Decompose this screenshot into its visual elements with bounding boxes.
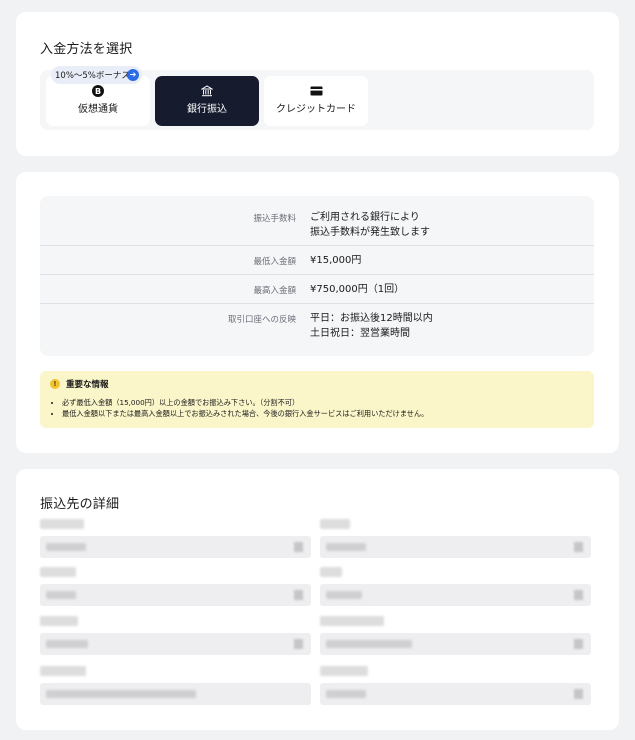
- info-row-min-deposit: 最低入金額 ¥15,000円: [40, 246, 594, 275]
- info-row-reflection-time: 取引口座への反映 平日：お振込後12時間以内 土日祝日：翌営業時間: [40, 304, 594, 356]
- redacted-value: [326, 640, 412, 648]
- redacted-value: [326, 543, 366, 551]
- svg-text:B: B: [95, 87, 101, 96]
- section-title: 入金方法を選択: [40, 42, 133, 57]
- bonus-badge[interactable]: 10%〜5%ボーナス ➔: [51, 66, 142, 84]
- detail-field: [320, 616, 591, 658]
- redacted-value-box: [320, 633, 591, 655]
- deposit-method-card: 入金方法を選択 B 仮想通貨 銀行振込 クレジットカード 10%〜5%ボーナス …: [16, 12, 619, 156]
- info-value-line: ご利用される銀行により: [310, 212, 420, 223]
- info-key: 振込手数料: [253, 214, 296, 224]
- redacted-value-box: [40, 584, 311, 606]
- method-label: 仮想通貨: [78, 104, 118, 115]
- method-credit-card-button[interactable]: クレジットカード: [264, 76, 368, 126]
- info-value: ご利用される銀行により 振込手数料が発生致します: [310, 210, 430, 245]
- redacted-label: [320, 666, 368, 676]
- method-label: クレジットカード: [276, 104, 356, 115]
- warning-icon: !: [50, 379, 60, 389]
- redacted-label: [320, 519, 350, 529]
- copy-icon[interactable]: [574, 542, 583, 552]
- redacted-label: [320, 616, 384, 626]
- copy-icon[interactable]: [574, 639, 583, 649]
- detail-field: [40, 666, 311, 708]
- redacted-value-box: [320, 683, 591, 705]
- important-notice: ! 重要な情報 必ず最低入金額（15,000円）以上の金額でお振込み下さい。（分…: [40, 371, 594, 428]
- detail-field: [40, 519, 311, 561]
- redacted-value-box: [320, 584, 591, 606]
- redacted-label: [320, 567, 342, 577]
- redacted-value: [326, 690, 366, 698]
- redacted-label: [40, 519, 84, 529]
- transfer-info-table: 振込手数料 ご利用される銀行により 振込手数料が発生致します 最低入金額 ¥15…: [40, 196, 594, 356]
- redacted-value-box: [40, 536, 311, 558]
- bonus-badge-label: 10%〜5%ボーナス: [55, 71, 130, 81]
- redacted-value-box: [40, 683, 311, 705]
- info-value-line: 平日：お振込後12時間以内: [310, 313, 433, 324]
- detail-field: [40, 616, 311, 658]
- copy-icon[interactable]: [574, 590, 583, 600]
- redacted-label: [40, 567, 76, 577]
- arrow-right-icon: ➔: [127, 69, 139, 81]
- section-title: 振込先の詳細: [40, 497, 120, 512]
- method-bank-transfer-button[interactable]: 銀行振込: [155, 76, 259, 126]
- detail-field: [320, 519, 591, 561]
- redacted-label: [40, 616, 78, 626]
- copy-icon[interactable]: [574, 689, 583, 699]
- redacted-value: [326, 591, 362, 599]
- credit-card-icon: [310, 84, 323, 97]
- redacted-value: [46, 543, 86, 551]
- info-key: 最低入金額: [253, 257, 296, 267]
- redacted-label: [40, 666, 86, 676]
- info-value: ¥15,000円: [310, 255, 362, 266]
- notice-item: 必ず最低入金額（15,000円）以上の金額でお振込み下さい。（分割不可）: [62, 397, 584, 408]
- copy-icon[interactable]: [294, 590, 303, 600]
- info-value-line: 土日祝日：翌営業時間: [310, 328, 410, 339]
- copy-icon[interactable]: [294, 639, 303, 649]
- method-label: 銀行振込: [187, 104, 227, 115]
- info-row-max-deposit: 最高入金額 ¥750,000円（1回）: [40, 275, 594, 304]
- notice-title: 重要な情報: [66, 380, 109, 390]
- info-value: 平日：お振込後12時間以内 土日祝日：翌営業時間: [310, 311, 433, 356]
- info-row-fee: 振込手数料 ご利用される銀行により 振込手数料が発生致します: [40, 196, 594, 246]
- notice-header: ! 重要な情報: [50, 378, 584, 390]
- info-value-line: 振込手数料が発生致します: [310, 227, 430, 238]
- info-value: ¥750,000円（1回）: [310, 284, 405, 295]
- info-key: 取引口座への反映: [227, 315, 296, 325]
- info-key: 最高入金額: [253, 286, 296, 296]
- redacted-value-box: [320, 536, 591, 558]
- redacted-value: [46, 640, 88, 648]
- bank-icon: [201, 84, 213, 97]
- redacted-value-box: [40, 633, 311, 655]
- notice-item: 最低入金額以下または最高入金額以上でお振込みされた場合、今後の銀行入金サービスは…: [62, 408, 584, 419]
- notice-list: 必ず最低入金額（15,000円）以上の金額でお振込み下さい。（分割不可） 最低入…: [50, 397, 584, 419]
- bitcoin-icon: B: [92, 84, 104, 97]
- redacted-value: [46, 690, 196, 698]
- detail-field: [40, 567, 311, 609]
- bank-transfer-info-card: 振込手数料 ご利用される銀行により 振込手数料が発生致します 最低入金額 ¥15…: [16, 172, 619, 453]
- redacted-value: [46, 591, 76, 599]
- detail-field: [320, 567, 591, 609]
- copy-icon[interactable]: [294, 542, 303, 552]
- detail-field: [320, 666, 591, 708]
- transfer-details-card: 振込先の詳細: [16, 469, 619, 730]
